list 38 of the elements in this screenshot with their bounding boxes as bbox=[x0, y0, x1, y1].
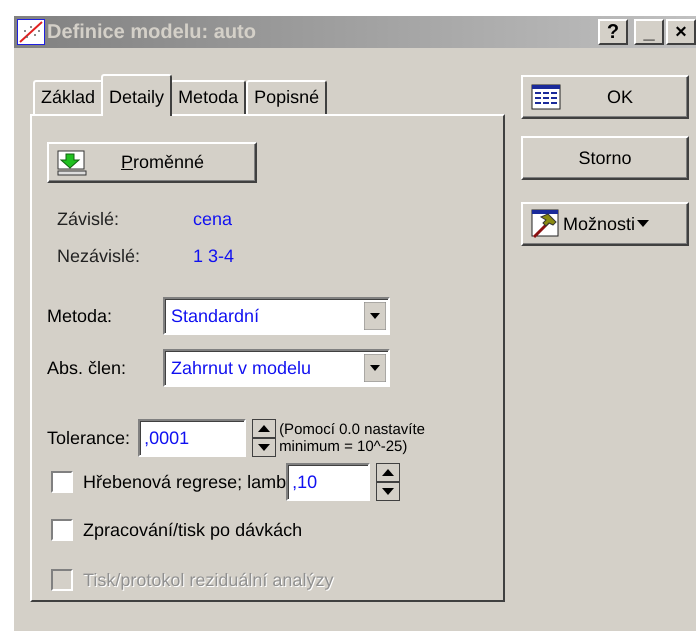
tab[interactable]: Metoda bbox=[170, 80, 246, 114]
title-bar-button[interactable]: _ bbox=[634, 19, 664, 45]
dropdown[interactable]: Standardní bbox=[163, 297, 390, 335]
dialog-button[interactable]: Storno bbox=[521, 136, 689, 180]
tab[interactable]: Detaily bbox=[101, 74, 172, 116]
dialog-button[interactable]: OK bbox=[521, 75, 689, 119]
field-label: Metoda: bbox=[47, 306, 114, 326]
field-label: Abs. člen: bbox=[47, 358, 128, 378]
checkbox[interactable] bbox=[51, 519, 73, 541]
checkbox[interactable] bbox=[51, 471, 73, 493]
dropdown[interactable]: Zahrnut v modelu bbox=[163, 349, 390, 387]
dropdown-arrow-icon bbox=[364, 302, 386, 330]
variable-value: 1 3-4 bbox=[193, 246, 234, 267]
spinner-icon bbox=[376, 463, 400, 501]
variable-label: Závislé: bbox=[57, 209, 120, 230]
field-label: Tolerance: bbox=[47, 428, 130, 448]
monitor-arrow-icon bbox=[57, 150, 87, 176]
menu-button[interactable]: Možnosti bbox=[521, 202, 689, 246]
spinner-icon bbox=[252, 419, 276, 457]
variable-value: cena bbox=[193, 209, 232, 230]
dropdown-arrow-icon bbox=[364, 354, 386, 382]
scatter-plot-icon bbox=[17, 19, 45, 45]
checkbox-label: Zpracování/tisk po dávkách bbox=[83, 520, 302, 540]
title-bar-button[interactable]: ? bbox=[598, 19, 628, 45]
window-title: Definice modelu: auto bbox=[47, 20, 257, 44]
variables-button[interactable]: Proměnné bbox=[47, 142, 257, 183]
table-icon bbox=[531, 84, 561, 110]
tab[interactable]: Popisné bbox=[246, 80, 328, 114]
title-bar-button[interactable]: × bbox=[666, 19, 696, 45]
variable-label: Nezávislé: bbox=[57, 246, 142, 267]
checkbox-label: Hřebenová regrese; lamb bbox=[83, 472, 286, 492]
input-field[interactable]: ,10 bbox=[286, 463, 370, 501]
hint-text: minimum = 10^-25) bbox=[279, 438, 408, 455]
input-field[interactable]: ,0001 bbox=[138, 419, 246, 457]
hammer-icon bbox=[531, 209, 559, 239]
checkbox-label: Tisk/protokol reziduální analýzy bbox=[83, 570, 334, 590]
tab[interactable]: Základ bbox=[33, 80, 104, 114]
hint-text: (Pomocí 0.0 nastavíte bbox=[279, 421, 425, 438]
